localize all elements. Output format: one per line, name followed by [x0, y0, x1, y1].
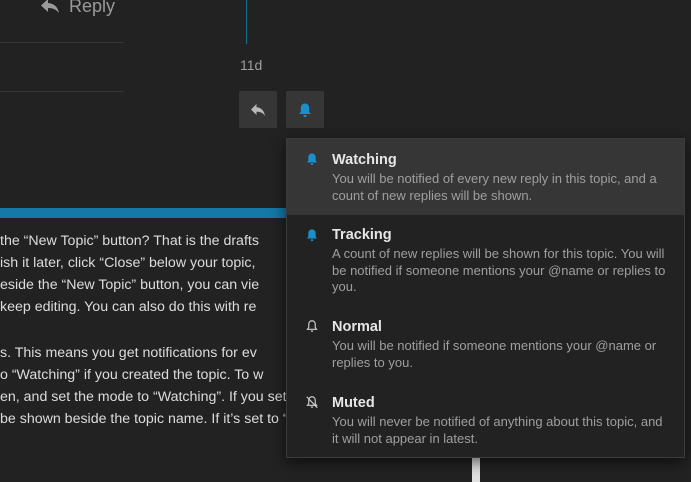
menu-item-description: You will be notified of every new reply …	[332, 171, 657, 203]
post-time-ago: 11d	[240, 57, 263, 73]
bell-icon	[306, 229, 318, 242]
timeline-line	[246, 0, 247, 44]
divider	[0, 42, 124, 43]
menu-item-description: You will be notified if someone mentions…	[332, 338, 657, 370]
reply-button[interactable]	[239, 91, 277, 128]
menu-item-description: A count of new replies will be shown for…	[332, 246, 666, 294]
menu-item-muted[interactable]: Muted You will never be notified of anyt…	[287, 378, 684, 457]
menu-item-watching[interactable]: Watching You will be notified of every n…	[287, 139, 684, 215]
reply-icon	[41, 0, 59, 13]
bell-outline-icon	[306, 320, 318, 332]
divider	[0, 91, 124, 92]
menu-item-title: Normal	[332, 319, 382, 335]
bell-icon	[306, 153, 318, 166]
menu-item-tracking[interactable]: Tracking A count of new replies will be …	[287, 216, 684, 302]
reply-label: Reply	[69, 0, 116, 16]
menu-item-title: Tracking	[332, 227, 392, 243]
bell-icon	[299, 103, 311, 117]
menu-item-title: Muted	[332, 395, 375, 411]
menu-item-description: You will never be notified of anything a…	[332, 414, 663, 446]
bell-slash-icon	[306, 396, 318, 409]
notification-level-button[interactable]	[286, 91, 324, 128]
scrollbar-thumb[interactable]	[472, 458, 480, 482]
reply-icon	[251, 103, 265, 116]
menu-item-normal[interactable]: Normal You will be notified if someone m…	[287, 302, 684, 378]
notification-level-menu: Watching You will be notified of every n…	[286, 138, 685, 458]
menu-item-title: Watching	[332, 152, 397, 168]
reply-link-top[interactable]: Reply	[40, 0, 115, 18]
